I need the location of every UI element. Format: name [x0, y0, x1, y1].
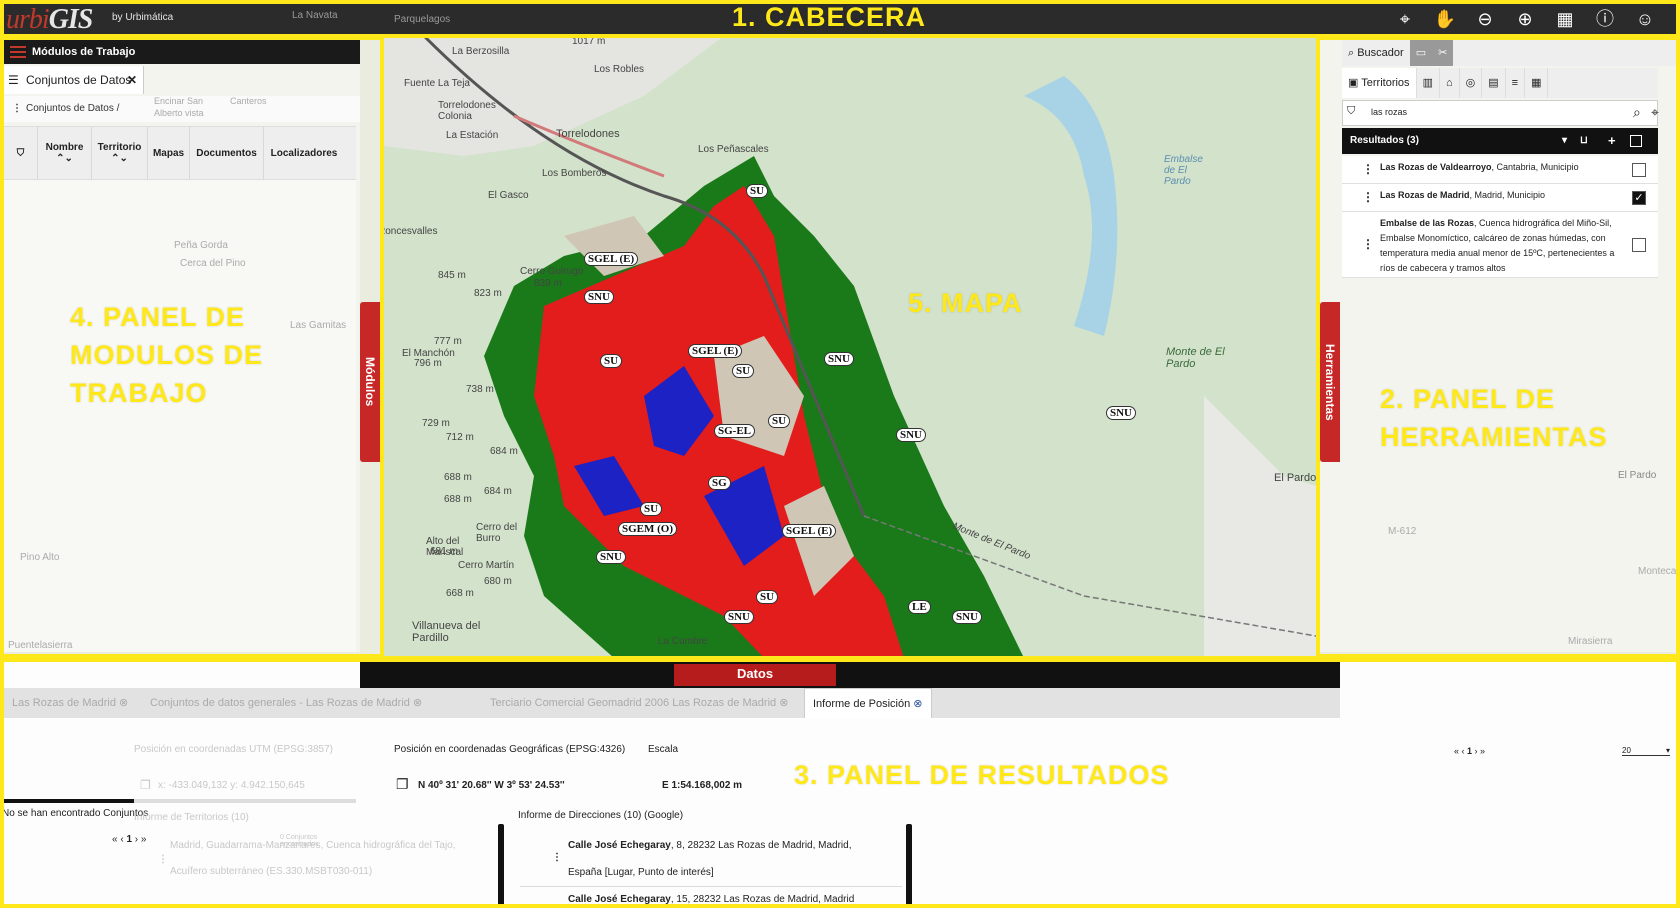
annotation-herramientas: 2. PANEL DE HERRAMIENTAS — [1380, 380, 1608, 456]
annotation-frame-resultados — [0, 658, 1680, 908]
annotation-frame-mapa — [380, 34, 1320, 660]
annotation-modulos: 4. PANEL DE MODULOS DE TRABAJO — [70, 298, 263, 412]
annotation-line: MODULOS DE — [70, 340, 264, 370]
annotation-cabecera: 1. CABECERA — [732, 2, 927, 32]
annotation-line: 2. PANEL DE — [1380, 384, 1556, 414]
annotation-line: HERRAMIENTAS — [1380, 422, 1608, 452]
annotation-frame-herramientas — [1316, 36, 1680, 658]
annotation-line: 4. PANEL DE — [70, 302, 246, 332]
annotation-line: TRABAJO — [70, 378, 208, 408]
